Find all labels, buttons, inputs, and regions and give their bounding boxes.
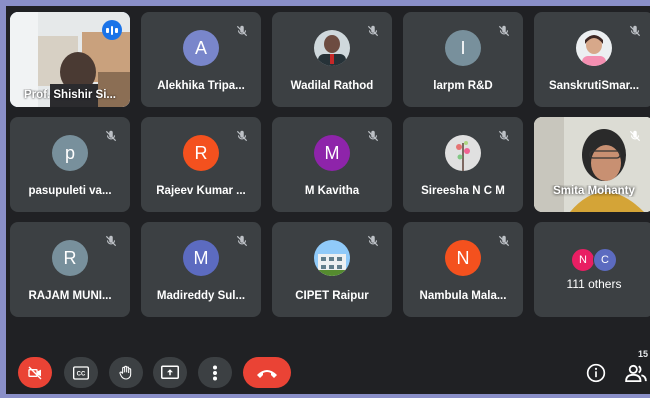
avatar-initial: A [194,37,207,58]
participant-name: Alekhika Tripa... [157,80,245,92]
avatar-initial: C [601,254,609,266]
participant-tile-8[interactable]: M M Kavitha [272,117,392,212]
participant-tile-2[interactable]: A Alekhika Tripa... [141,12,261,107]
more-options-button[interactable] [198,357,232,388]
participant-tile-7[interactable]: R Rajeev Kumar ... [141,117,261,212]
avatar: R [52,240,88,276]
mic-off-icon [364,22,382,40]
people-icon [625,364,647,382]
speaking-indicator-icon [102,20,122,40]
participant-name: M Kavitha [304,185,360,197]
participant-name: RAJAM MUNI... [28,290,112,302]
participant-tile-13[interactable]: CIPET Raipur [272,222,392,317]
participant-tile-12[interactable]: M Madireddy Sul... [141,222,261,317]
meeting-details-button[interactable] [584,361,608,385]
avatar: R [183,135,219,171]
participant-name: Madireddy Sul... [156,290,246,302]
more-vert-icon [213,365,217,380]
hang-up-icon [257,369,277,378]
participants-count-badge: 15 [638,349,649,359]
participant-name: Prof. Shishir Si... [23,89,117,101]
avatar-initial: M [193,247,209,268]
avatar: A [183,30,219,66]
avatar-initial: p [64,142,75,163]
avatar-initial: M [324,142,340,163]
mic-off-icon [233,22,251,40]
participant-name: Smita Mohanty [553,185,635,197]
avatar-photo [314,30,350,66]
present-icon [161,365,179,379]
people-button[interactable] [624,361,648,385]
avatar-initial: N [579,254,587,266]
info-icon [586,363,606,383]
camera-off-button[interactable] [18,357,52,388]
participant-tile-5[interactable]: SanskrutiSmar... [534,12,650,107]
mic-off-icon [102,232,120,250]
avatar-photo [445,135,481,171]
video-off-icon [28,366,42,379]
window-frame-left [0,0,6,398]
participant-name: pasupuleti va... [28,185,112,197]
captions-button[interactable]: CC [64,357,98,388]
participant-name: Rajeev Kumar ... [156,185,246,197]
svg-text:CC: CC [77,371,86,377]
participant-tile-1[interactable]: Prof. Shishir Si... [10,12,130,107]
mic-off-icon [495,22,513,40]
avatar-initial: N [456,247,470,268]
participant-name: Sireesha N C M [421,185,505,197]
leave-call-button[interactable] [243,357,291,388]
avatar-initial: R [63,247,77,268]
avatar-initial: R [194,142,208,163]
mic-off-icon [364,127,382,145]
participant-tile-10[interactable]: Smita Mohanty [534,117,650,212]
hand-icon [119,365,132,380]
participant-tile-9[interactable]: Sireesha N C M [403,117,523,212]
avatar: p [52,135,88,171]
mic-off-icon [233,127,251,145]
participant-name: SanskrutiSmar... [548,80,640,92]
present-screen-button[interactable] [153,357,187,388]
avatar: N [445,240,481,276]
avatar: M [183,240,219,276]
participant-name: CIPET Raipur [295,290,369,302]
mic-off-icon [102,127,120,145]
avatar-photo [576,30,612,66]
participant-name: Wadilal Rathod [290,80,374,92]
avatar: I [445,30,481,66]
avatar-photo [314,240,350,276]
participant-tile-3[interactable]: Wadilal Rathod [272,12,392,107]
raise-hand-button[interactable] [109,357,143,388]
window-frame-bottom [0,394,650,398]
others-tile[interactable]: N C 111 others [534,222,650,317]
mic-off-icon [233,232,251,250]
avatar: M [314,135,350,171]
mic-off-icon [495,232,513,250]
others-avatar: C [593,248,617,272]
mic-off-icon [626,22,644,40]
others-avatar: N [571,248,595,272]
participant-name: Nambula Mala... [419,290,507,302]
participant-tile-11[interactable]: R RAJAM MUNI... [10,222,130,317]
mic-off-icon [364,232,382,250]
participant-tile-6[interactable]: p pasupuleti va... [10,117,130,212]
window-frame-top [0,0,650,6]
mic-off-icon [626,127,644,145]
mic-off-icon [495,127,513,145]
participant-tile-4[interactable]: I larpm R&D [403,12,523,107]
closed-captions-icon: CC [73,365,89,380]
participant-tile-14[interactable]: N Nambula Mala... [403,222,523,317]
participant-name: larpm R&D [433,80,493,92]
avatar-initial: I [460,37,466,58]
others-count: 111 others [566,277,622,291]
